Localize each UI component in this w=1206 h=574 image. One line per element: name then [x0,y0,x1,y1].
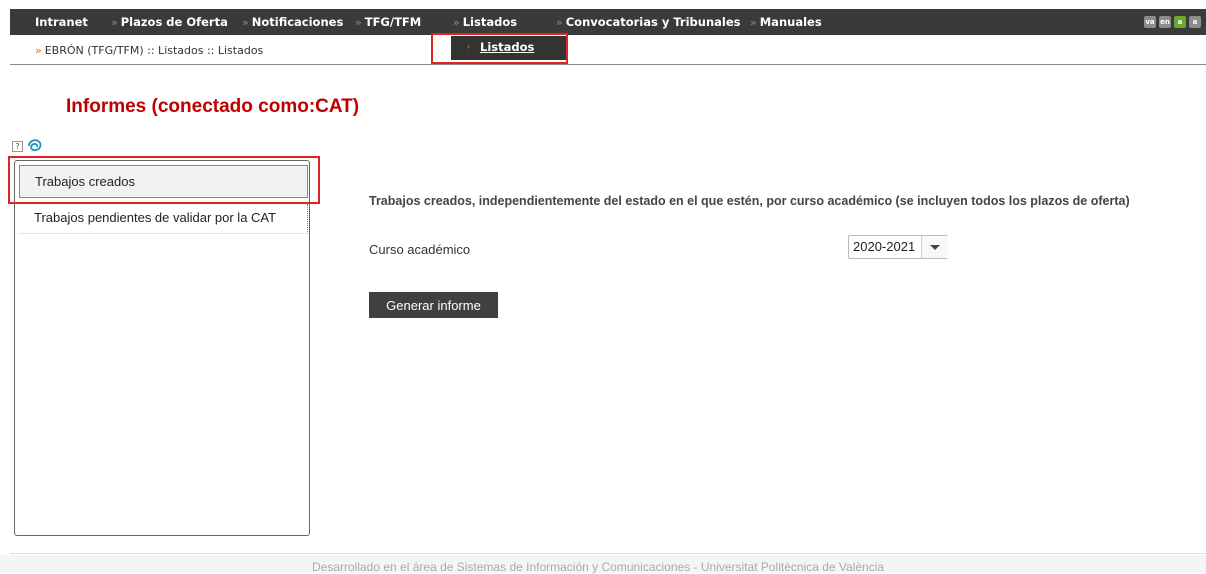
breadcrumb-bar: » EBRÓN (TFG/TFM) :: Listados :: Listados [10,36,1206,65]
curso-academico-label: Curso académico [369,242,471,257]
chevron-down-icon [921,236,948,258]
generate-report-button[interactable]: Generar informe [369,292,498,318]
footer-divider [10,553,1206,554]
listados-dropdown-menu: › Listados [451,36,566,60]
report-description: Trabajos creados, independientemente del… [369,194,1130,208]
tab-trabajos-creados[interactable]: Trabajos creados [19,165,308,198]
nav-item-label: Intranet [35,15,88,29]
breadcrumb: » EBRÓN (TFG/TFM) :: Listados :: Listados [35,44,263,57]
double-arrow-icon: » [35,44,42,57]
nav-item-label: Convocatorias y Tribunales [565,15,741,29]
chevron-down-icon: » [556,16,563,29]
breadcrumb-text: EBRÓN (TFG/TFM) :: Listados :: Listados [44,44,264,57]
help-icon[interactable]: ? [12,141,23,152]
curso-academico-select[interactable]: 2020-2021 [848,235,948,259]
tab-trabajos-pendientes[interactable]: Trabajos pendientes de validar por la CA… [19,204,308,234]
arrow-right-icon: › [467,41,470,51]
nav-item-label: Listados [462,15,518,29]
language-english-button[interactable]: en [1159,16,1171,28]
nav-item-notificaciones[interactable]: » Notificaciones [242,9,343,35]
language-valencian-button[interactable]: va [1144,16,1156,28]
chevron-down-icon: » [750,16,757,29]
footer-text: Desarrollado en el área de Sistemas de I… [312,560,885,574]
dropdown-item-listados[interactable]: Listados [480,40,534,54]
nav-item-listados[interactable]: » Listados [453,9,517,35]
chevron-down-icon: » [453,16,460,29]
page-title: Informes (conectado como:CAT) [66,96,360,117]
nav-item-label: Notificaciones [251,15,344,29]
nav-item-tfg-tfm[interactable]: » TFG/TFM [355,9,421,35]
accessibility-alt-button[interactable]: a [1189,16,1201,28]
nav-item-label: Plazos de Oferta [120,15,228,29]
nav-item-label: TFG/TFM [364,15,422,29]
chevron-down-icon: » [111,16,118,29]
curso-academico-value: 2020-2021 [853,239,916,254]
top-navigation-bar: Intranet » Plazos de Oferta » Notificacion… [10,9,1206,35]
nav-item-convocatorias-y-tribunales[interactable]: » Convocatorias y Tribunales [556,9,741,35]
nav-item-intranet[interactable]: Intranet [35,9,88,35]
nav-item-label: Manuales [759,15,822,29]
swirl-icon[interactable] [27,138,44,153]
nav-item-plazos-de-oferta[interactable]: » Plazos de Oferta [111,9,228,35]
chevron-down-icon: » [355,16,362,29]
nav-item-manuales[interactable]: » Manuales [750,9,822,35]
chevron-down-icon: » [242,16,249,29]
accessibility-button[interactable]: a [1174,16,1186,28]
